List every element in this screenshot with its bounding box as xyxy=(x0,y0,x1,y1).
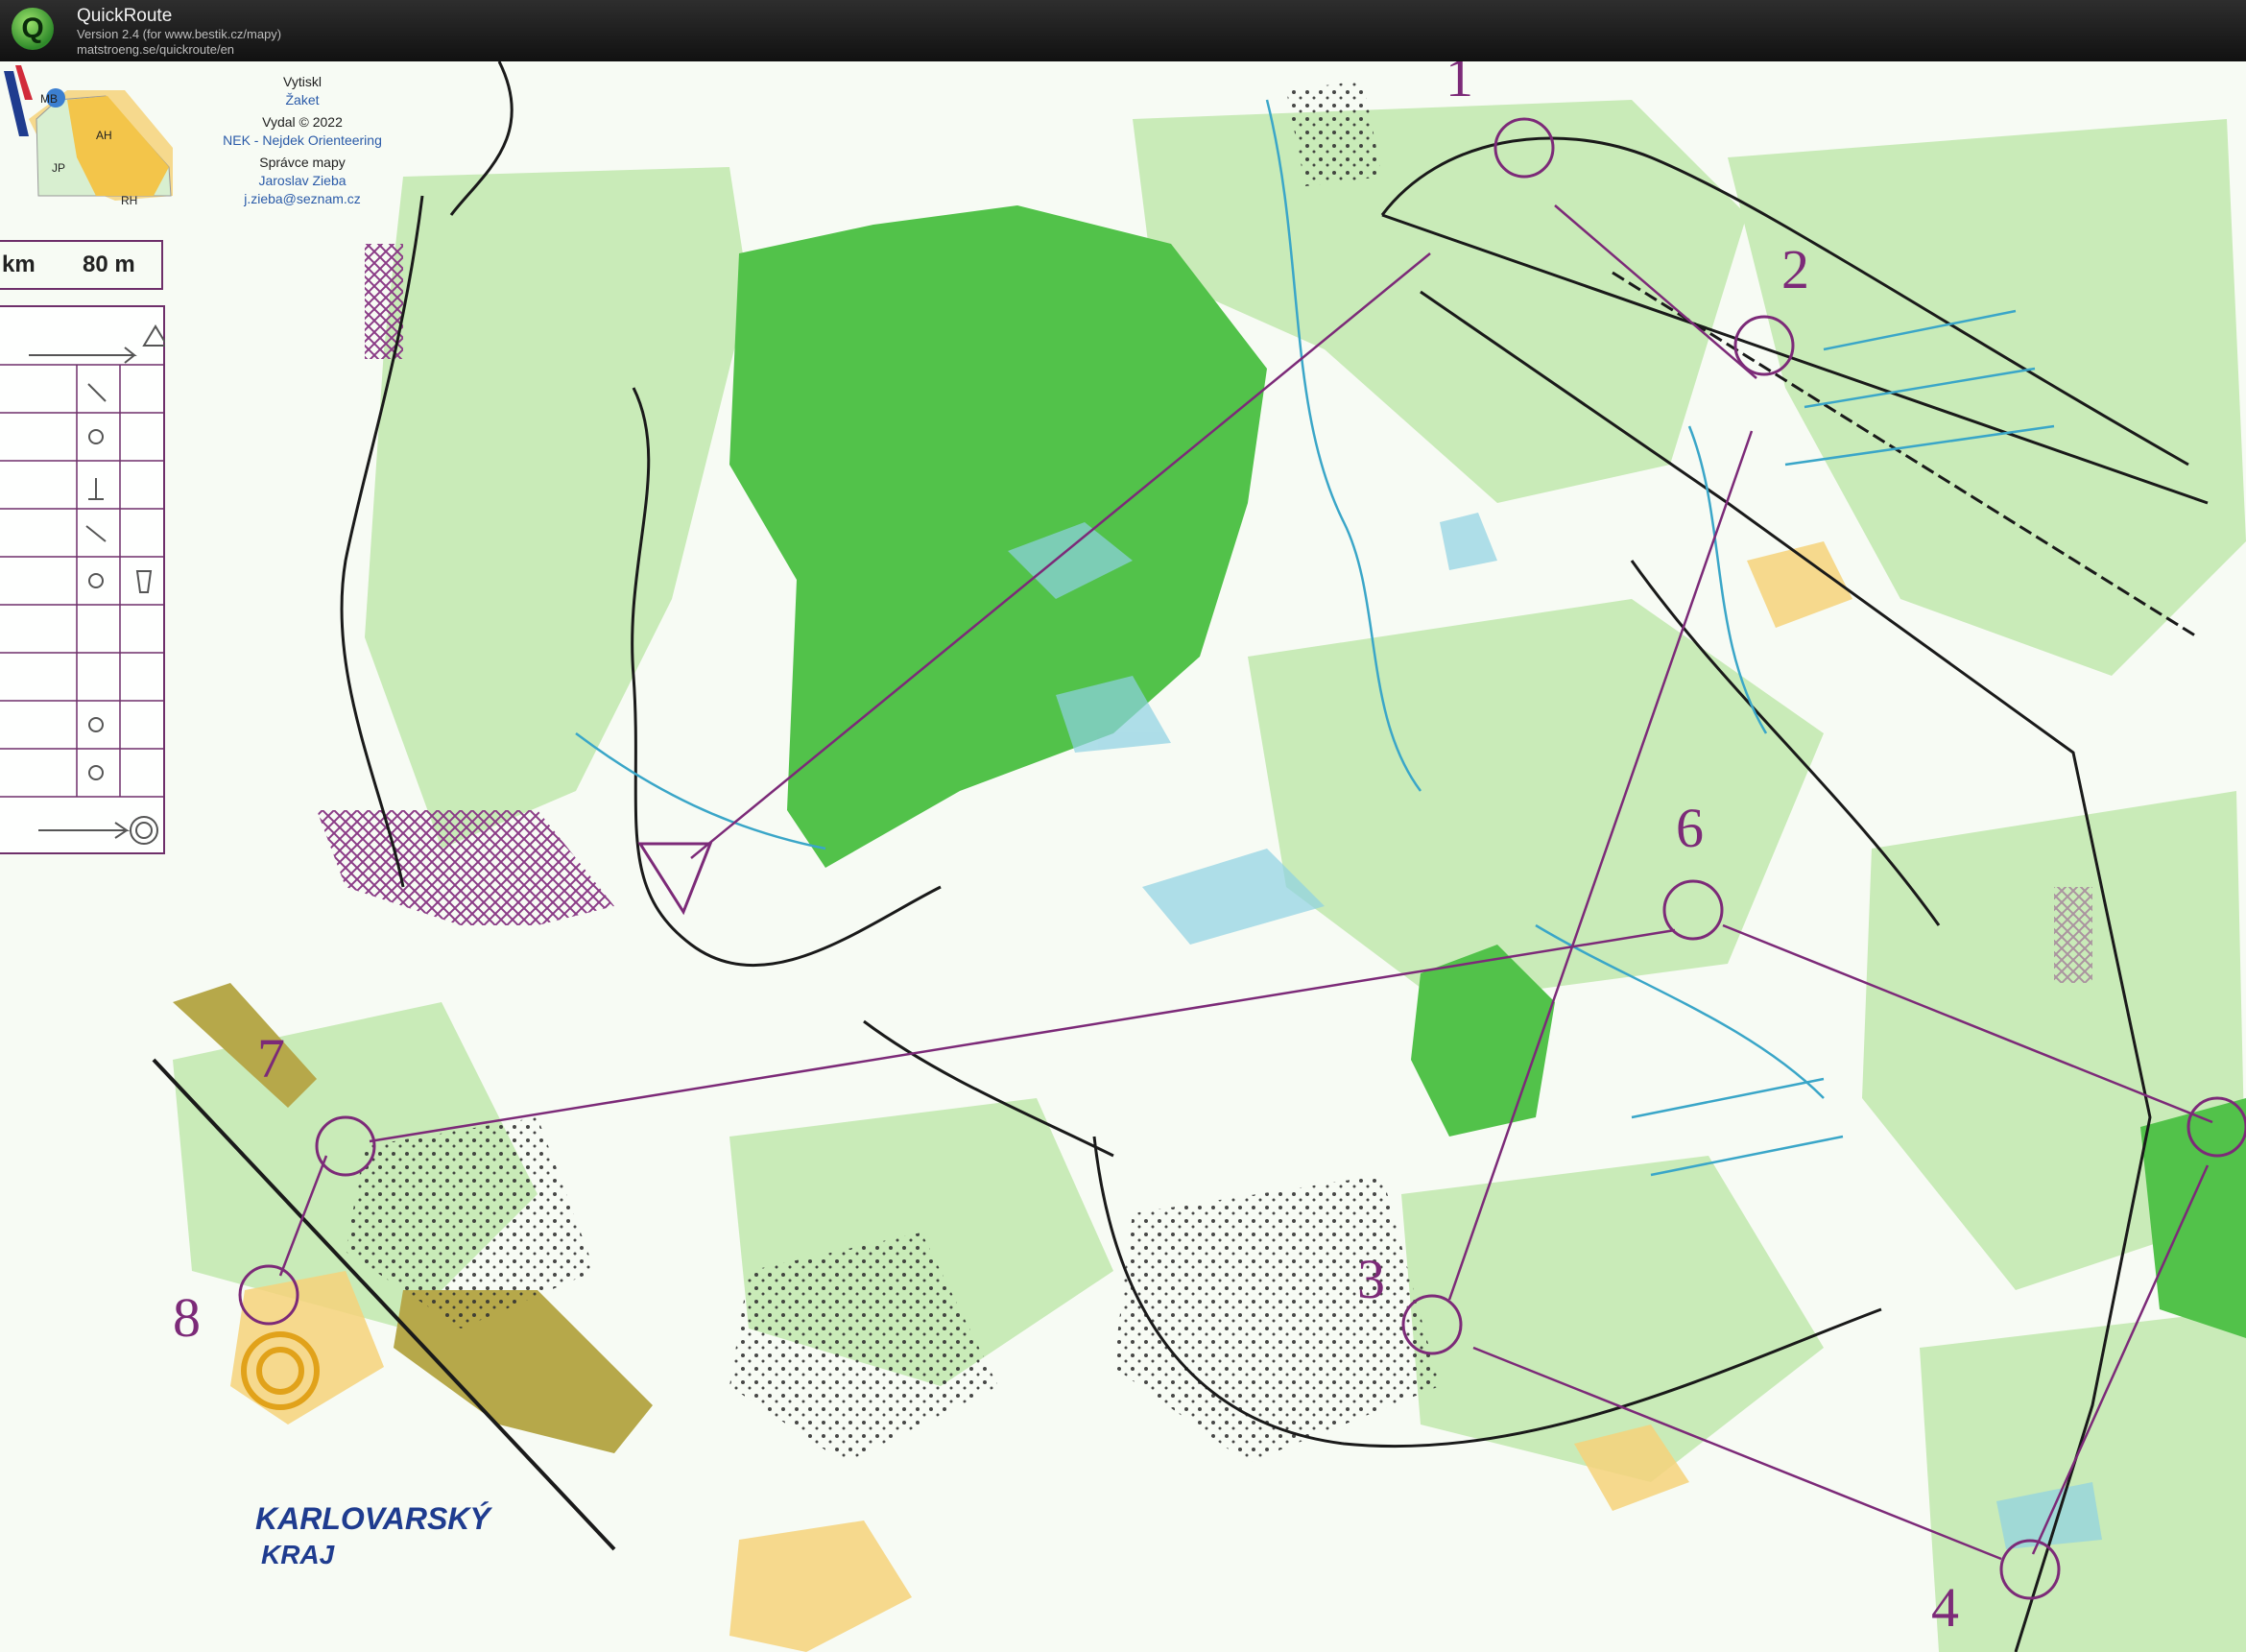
sponsor-name-line2: KRAJ xyxy=(261,1540,335,1569)
control-number-4: 4 xyxy=(1931,1576,1959,1639)
app-url[interactable]: matstroeng.se/quickroute/en xyxy=(77,42,234,57)
overview-label-rh: RH xyxy=(121,194,138,207)
overview-label-jp: JP xyxy=(52,161,66,175)
credits-published-label: Vydal © 2022 xyxy=(262,114,343,130)
overview-map: MB AH JP RH xyxy=(29,75,182,214)
description-grid xyxy=(0,324,165,845)
scale-right-label: 80 m xyxy=(83,251,135,277)
scale-box: km 80 m xyxy=(0,240,163,290)
app-version: Version 2.4 (for www.bestik.cz/mapy) xyxy=(77,27,282,41)
control-number-8: 8 xyxy=(173,1286,201,1349)
credits-admin-name: Jaroslav Zieba xyxy=(258,173,346,188)
scale-left-label: km xyxy=(2,251,36,277)
control-number-1: 1 xyxy=(1446,61,1473,108)
map-credits: Vytiskl Žaket Vydal © 2022 NEK - Nejdek … xyxy=(202,73,403,208)
app-titlebar: Q QuickRoute Version 2.4 (for www.bestik… xyxy=(0,0,2246,61)
overview-label-mb: MB xyxy=(40,92,58,106)
control-number-2: 2 xyxy=(1781,238,1809,300)
karlovarsky-kraj-logo-icon xyxy=(4,65,33,136)
credits-admin-email: j.zieba@seznam.cz xyxy=(244,191,361,206)
orienteering-map[interactable]: MB AH JP RH Vytiskl Žaket Vydal © 2022 N… xyxy=(0,61,2246,1652)
control-number-3: 3 xyxy=(1357,1248,1385,1310)
sponsor-name-line1: KARLOVARSKÝ xyxy=(255,1501,490,1536)
start-triangle[interactable] xyxy=(637,842,713,916)
credits-publisher: NEK - Nejdek Orienteering xyxy=(223,132,382,148)
control-number-6: 6 xyxy=(1676,797,1704,859)
quickroute-logo-icon: Q xyxy=(12,8,54,50)
credits-admin-label: Správce mapy xyxy=(259,155,346,170)
app-title: QuickRoute xyxy=(77,6,173,26)
overview-label-ah: AH xyxy=(96,129,112,142)
control-number-7: 7 xyxy=(257,1027,285,1089)
map-canvas[interactable] xyxy=(0,61,2246,1652)
credits-printed-label: Vytiskl xyxy=(283,74,322,89)
credits-printer: Žaket xyxy=(285,92,320,108)
control-description-sheet xyxy=(0,305,165,854)
description-dot-icon xyxy=(88,429,104,444)
